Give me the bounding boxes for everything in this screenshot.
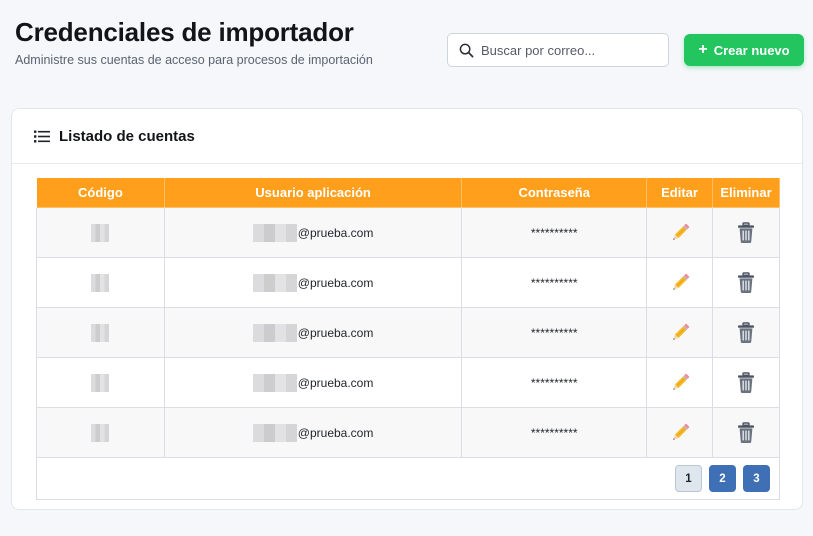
column-header-delete: Eliminar xyxy=(712,177,780,208)
edit-cell[interactable] xyxy=(646,257,713,308)
redacted-code xyxy=(91,423,110,442)
redacted-user xyxy=(252,423,297,442)
accounts-table: Código Usuario aplicación Contraseña Edi… xyxy=(36,177,780,500)
redacted-user xyxy=(252,373,297,392)
user-cell: @prueba.com xyxy=(163,207,463,258)
pagination: 1 2 3 xyxy=(675,465,770,492)
column-header-edit: Editar xyxy=(646,177,713,208)
edit-cell[interactable] xyxy=(646,357,713,408)
user-email-suffix: @prueba.com xyxy=(297,375,374,390)
card-header: Listado de cuentas xyxy=(12,109,802,164)
delete-cell[interactable] xyxy=(712,407,780,458)
pencil-icon[interactable] xyxy=(670,322,690,344)
redacted-code xyxy=(91,323,110,342)
trash-icon[interactable] xyxy=(736,221,756,244)
pencil-icon[interactable] xyxy=(670,222,690,244)
user-cell: @prueba.com xyxy=(163,407,463,458)
user-email-suffix: @prueba.com xyxy=(297,325,374,340)
list-icon xyxy=(34,130,50,142)
page-subtitle: Administre sus cuentas de acceso para pr… xyxy=(15,53,373,67)
table-row: @prueba.com ********** xyxy=(36,357,780,408)
table-row: @prueba.com ********** xyxy=(36,257,780,308)
password-cell: ********** xyxy=(461,407,648,458)
user-cell: @prueba.com xyxy=(163,257,463,308)
table-header-row: Código Usuario aplicación Contraseña Edi… xyxy=(36,177,780,208)
search-box[interactable] xyxy=(447,33,669,67)
page-title: Credenciales de importador xyxy=(15,17,354,47)
page-button-1[interactable]: 1 xyxy=(675,465,702,492)
redacted-user xyxy=(252,273,297,292)
code-cell xyxy=(36,357,165,408)
edit-cell[interactable] xyxy=(646,407,713,458)
delete-cell[interactable] xyxy=(712,207,780,258)
delete-cell[interactable] xyxy=(712,357,780,408)
code-cell xyxy=(36,207,165,258)
password-cell: ********** xyxy=(461,357,648,408)
trash-icon[interactable] xyxy=(736,271,756,294)
table-row: @prueba.com ********** xyxy=(36,407,780,458)
plus-icon: + xyxy=(698,41,708,58)
delete-cell[interactable] xyxy=(712,307,780,358)
delete-cell[interactable] xyxy=(712,257,780,308)
trash-icon[interactable] xyxy=(736,321,756,344)
user-email-suffix: @prueba.com xyxy=(297,225,374,240)
card-title: Listado de cuentas xyxy=(59,127,195,145)
redacted-user xyxy=(252,323,297,342)
edit-cell[interactable] xyxy=(646,207,713,258)
accounts-card: Listado de cuentas Código Usuario aplica… xyxy=(11,108,803,510)
pagination-row: 1 2 3 xyxy=(36,457,780,500)
redacted-user xyxy=(252,223,297,242)
user-cell: @prueba.com xyxy=(163,307,463,358)
page-button-3[interactable]: 3 xyxy=(743,465,770,492)
redacted-code xyxy=(91,273,110,292)
user-email-suffix: @prueba.com xyxy=(297,425,374,440)
password-cell: ********** xyxy=(461,307,648,358)
edit-cell[interactable] xyxy=(646,307,713,358)
search-input[interactable] xyxy=(481,42,661,58)
password-cell: ********** xyxy=(461,257,648,308)
user-cell: @prueba.com xyxy=(163,357,463,408)
user-email-suffix: @prueba.com xyxy=(297,275,374,290)
pencil-icon[interactable] xyxy=(670,372,690,394)
redacted-code xyxy=(91,223,110,242)
create-new-button[interactable]: + Crear nuevo xyxy=(684,34,804,66)
code-cell xyxy=(36,307,165,358)
pencil-icon[interactable] xyxy=(670,272,690,294)
column-header-code[interactable]: Código xyxy=(36,177,165,208)
trash-icon[interactable] xyxy=(736,421,756,444)
table-row: @prueba.com ********** xyxy=(36,207,780,258)
pencil-icon[interactable] xyxy=(670,422,690,444)
code-cell xyxy=(36,257,165,308)
redacted-code xyxy=(91,373,110,392)
create-new-label: Crear nuevo xyxy=(713,42,790,58)
search-icon xyxy=(459,43,474,57)
password-cell: ********** xyxy=(461,207,648,258)
column-header-password[interactable]: Contraseña xyxy=(461,177,648,208)
trash-icon[interactable] xyxy=(736,371,756,394)
code-cell xyxy=(36,407,165,458)
table-row: @prueba.com ********** xyxy=(36,307,780,358)
page-button-2[interactable]: 2 xyxy=(709,465,736,492)
column-header-user[interactable]: Usuario aplicación xyxy=(163,177,463,208)
